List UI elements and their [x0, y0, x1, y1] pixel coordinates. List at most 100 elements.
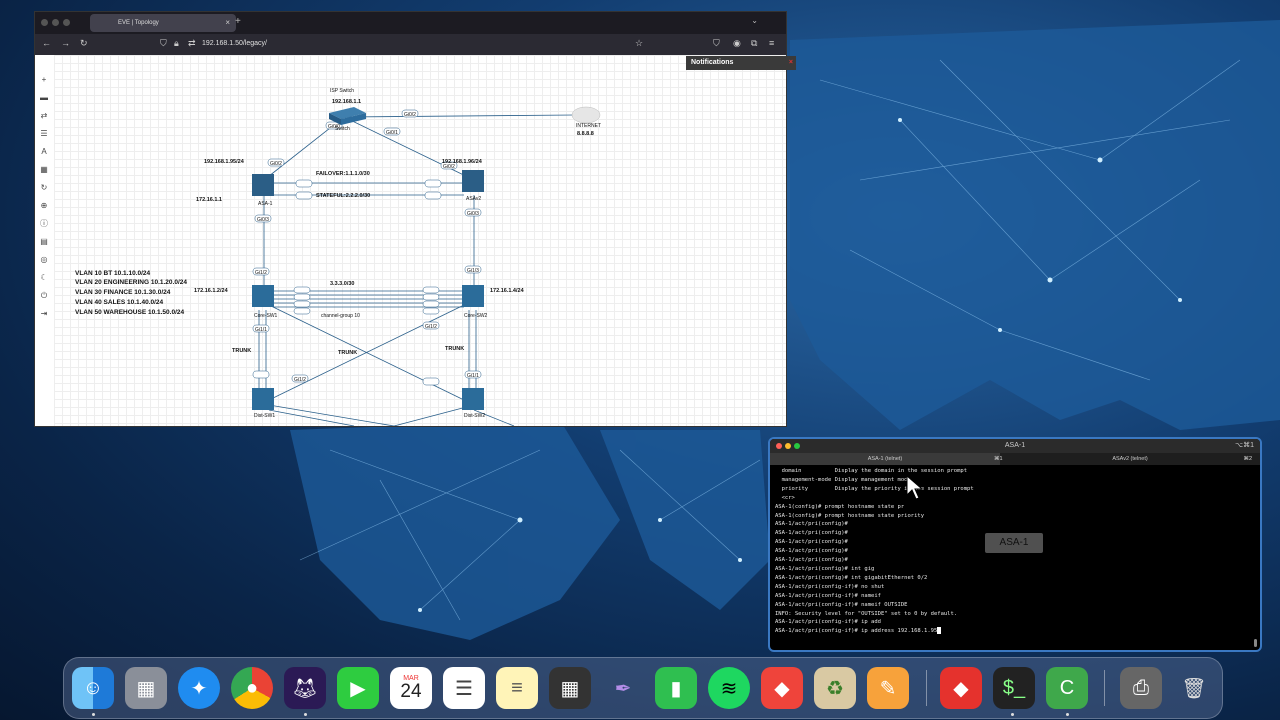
safari-icon[interactable]: ✦: [178, 667, 220, 709]
status-icon[interactable]: ◎: [39, 255, 49, 265]
shield-icon[interactable]: ⛉: [160, 38, 167, 49]
printer-icon[interactable]: ⎙: [1120, 667, 1162, 709]
terminal-line: ASA-1/act/pri(config)#: [775, 521, 848, 528]
terminal-close-button[interactable]: [776, 443, 782, 449]
isp-switch-ip: 192.168.1.1: [332, 99, 361, 105]
back-arrow-icon[interactable]: ←: [42, 38, 51, 48]
port-label: Gi0/2: [404, 112, 416, 118]
notes-icon[interactable]: ≡: [496, 667, 538, 709]
finder-icon[interactable]: ☺: [72, 667, 114, 709]
terminal-title: ASA-1: [1004, 442, 1026, 449]
tab-asav2-key: ⌘2: [1243, 456, 1252, 462]
pocket-icon[interactable]: ⛉: [713, 38, 720, 49]
remote-icon[interactable]: ◆: [940, 667, 982, 709]
calendar-icon[interactable]: MAR 24: [390, 667, 432, 709]
tab-asa1[interactable]: ASA-1 (telnet): [770, 453, 1000, 465]
recycle-icon[interactable]: ♻: [814, 667, 856, 709]
port-label: Gi0/0: [328, 124, 340, 130]
launchpad-icon[interactable]: ▦: [125, 667, 167, 709]
terminal-line: ASA-1/act/pri(config)# int gig: [775, 565, 875, 572]
stateful-label: STATEFUL:2.2.2.0/30: [316, 193, 370, 199]
port-label: Gi1/2: [255, 270, 267, 276]
tab-close-icon[interactable]: ×: [225, 14, 230, 32]
firefox-icon[interactable]: 🦊︎: [284, 667, 326, 709]
window-zoom-button[interactable]: [63, 19, 70, 26]
trunk-right-label: TRUNK: [445, 346, 464, 352]
spotify-icon[interactable]: ≋: [708, 667, 750, 709]
terminal-zoom-button[interactable]: [794, 443, 800, 449]
mouse-pointer-icon: [906, 475, 924, 500]
extensions-icon[interactable]: ⧉: [751, 38, 757, 49]
lock-icon[interactable]: 🔒︎: [174, 38, 179, 49]
feather-icon[interactable]: ✒: [602, 667, 644, 709]
terminal-shortcut: ⌥⌘1: [1235, 442, 1254, 449]
calendar-day: 24: [400, 680, 422, 702]
reload-icon[interactable]: ↻: [80, 38, 88, 49]
window-close-button[interactable]: [41, 19, 48, 26]
info-icon[interactable]: ⓘ: [39, 219, 49, 229]
startup-configs-icon[interactable]: ☰: [39, 129, 49, 139]
forward-arrow-icon[interactable]: →: [61, 38, 70, 48]
port-label: Gi0/3: [467, 211, 479, 217]
camtasia-icon[interactable]: C: [1046, 667, 1088, 709]
terminal-line: priority Display the priority in the ses…: [775, 485, 974, 492]
dark-mode-icon[interactable]: ☾: [39, 273, 49, 283]
internet-label: INTERNET: [576, 123, 601, 129]
networks-icon[interactable]: ⇄: [39, 111, 49, 121]
bookmark-star-icon[interactable]: ☆: [635, 38, 643, 49]
facetime-icon[interactable]: ▶: [337, 667, 379, 709]
core2-name: Core-SW2: [464, 313, 488, 319]
lab-list-icon[interactable]: ▤: [39, 237, 49, 247]
running-indicator: [1066, 713, 1069, 716]
zoom-icon[interactable]: ⊕: [39, 201, 49, 211]
terminal-line: domain Display the domain in the session…: [775, 468, 968, 474]
asa1-firewall-device: [252, 174, 274, 196]
new-tab-button[interactable]: +: [235, 16, 241, 27]
tab-asa1-label: ASA-1 (telnet): [867, 456, 903, 462]
topology-diagram: ISP Switch 192.168.1.1 Switch INTERNET 8…: [194, 88, 601, 427]
port-label: Gi1/2: [425, 324, 437, 330]
calculator-icon[interactable]: ▦: [549, 667, 591, 709]
isp-switch-label: ISP Switch: [330, 88, 354, 94]
vlan-label: VLAN 30 FINANCE 10.1.30.0/24: [75, 289, 171, 296]
terminal-line: ASA-1/act/pri(config-if)# ip address 192…: [775, 628, 938, 635]
nodes-icon[interactable]: ▬: [39, 93, 49, 103]
browser-tabbar: EVE | Topology × + ⌄: [35, 12, 786, 34]
add-object-icon[interactable]: +: [39, 75, 49, 85]
tab-asav2[interactable]: ASAv2 (telnet): [1015, 453, 1245, 465]
notifications-title: Notifications: [691, 59, 734, 66]
trash-icon[interactable]: 🗑︎: [1173, 667, 1215, 709]
tab-list-chevron-icon[interactable]: ⌄: [751, 16, 758, 25]
power-icon[interactable]: ⏻: [39, 291, 49, 301]
anydesk-icon[interactable]: ◆: [761, 667, 803, 709]
logout-icon[interactable]: ⇥: [39, 309, 49, 319]
port-label: Gi1/3: [467, 268, 479, 274]
topology-canvas[interactable]: ISP Switch 192.168.1.1 Switch INTERNET 8…: [54, 55, 796, 427]
refresh-icon[interactable]: ↻: [39, 183, 49, 193]
close-icon[interactable]: ×: [789, 56, 793, 70]
url-bar[interactable]: 192.168.1.50/legacy/: [202, 40, 267, 47]
window-minimize-button[interactable]: [52, 19, 59, 26]
eve-workspace: + ▬ ⇄ ☰ A ▦ ↻ ⊕ ⓘ ▤ ◎ ☾ ⏻ ⇥ ISP Switch 1…: [35, 55, 796, 427]
terminal-line: ASA-1/act/pri(config-if)# no shut: [775, 583, 885, 590]
menu-icon[interactable]: ≡: [769, 38, 774, 48]
port-label: Gi1/2: [294, 377, 306, 383]
notifications-panel[interactable]: Notifications ×: [686, 56, 796, 70]
terminal-scrollbar[interactable]: [1254, 639, 1257, 647]
browser-window: EVE | Topology × + ⌄ ← → ↻ ⛉ 🔒︎ ⇄ 192.16…: [35, 12, 796, 427]
running-indicator: [304, 713, 307, 716]
reminders-icon[interactable]: ☰: [443, 667, 485, 709]
terminal-icon[interactable]: $_: [993, 667, 1035, 709]
text-icon[interactable]: A: [39, 147, 49, 157]
grid-icon[interactable]: ▦: [39, 165, 49, 175]
pages-icon[interactable]: ✎: [867, 667, 909, 709]
core-sw2-device: [462, 285, 484, 307]
tab-eve-topology[interactable]: EVE | Topology ×: [90, 14, 236, 32]
terminal-line: ASA-1/act/pri(config-if)# nameif OUTSIDE: [775, 601, 908, 608]
account-icon[interactable]: ◉: [733, 38, 741, 49]
permissions-icon[interactable]: ⇄: [188, 38, 196, 49]
terminal-minimize-button[interactable]: [785, 443, 791, 449]
numbers-icon[interactable]: ▮: [655, 667, 697, 709]
port-label: Gi0/2: [270, 161, 282, 167]
chrome-icon[interactable]: ●: [231, 667, 273, 709]
